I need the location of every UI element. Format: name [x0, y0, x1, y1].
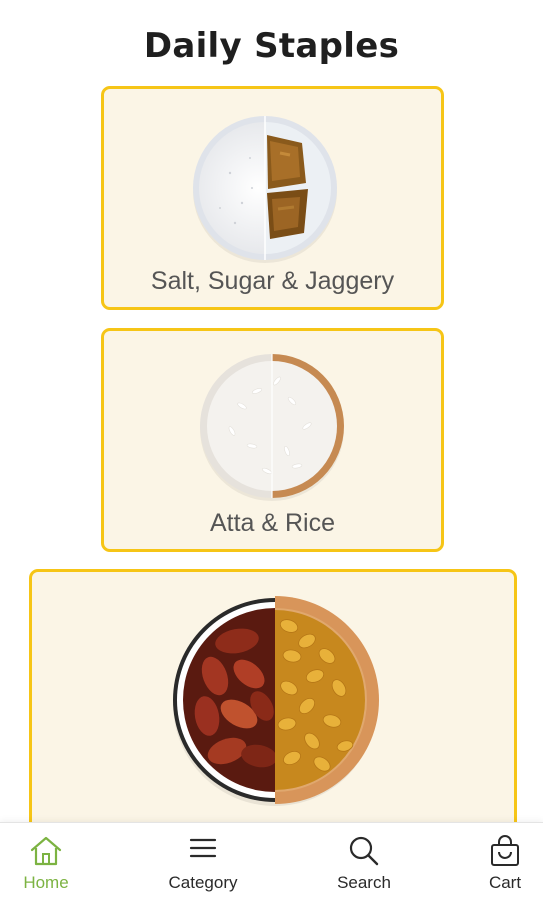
category-label: Atta & Rice [209, 509, 336, 537]
bottom-nav: Home Category Search Cart [0, 822, 543, 901]
atta-rice-image [200, 354, 344, 501]
nav-search[interactable]: Search [324, 823, 404, 901]
nav-home[interactable]: Home [0, 823, 92, 901]
category-card-salt-sugar-jaggery[interactable]: Salt, Sugar & Jaggery [101, 86, 444, 310]
nav-category-label: Category [168, 873, 238, 892]
nav-search-label: Search [337, 873, 391, 892]
nav-cart[interactable]: Cart [470, 823, 540, 901]
menu-icon [189, 838, 217, 858]
nav-home-label: Home [23, 873, 69, 892]
category-card-dry-fruits[interactable] [29, 569, 517, 831]
cart-icon [491, 835, 519, 866]
category-card-atta-rice[interactable]: Atta & Rice [101, 328, 444, 552]
page-title: Daily Staples [143, 26, 400, 66]
home-icon [30, 836, 62, 866]
dates-raisins-image [173, 596, 379, 806]
nav-cart-label: Cart [488, 873, 522, 892]
category-label: Salt, Sugar & Jaggery [150, 267, 395, 295]
search-icon [349, 836, 379, 866]
salt-sugar-jaggery-image [193, 116, 337, 263]
nav-category[interactable]: Category [152, 823, 254, 901]
